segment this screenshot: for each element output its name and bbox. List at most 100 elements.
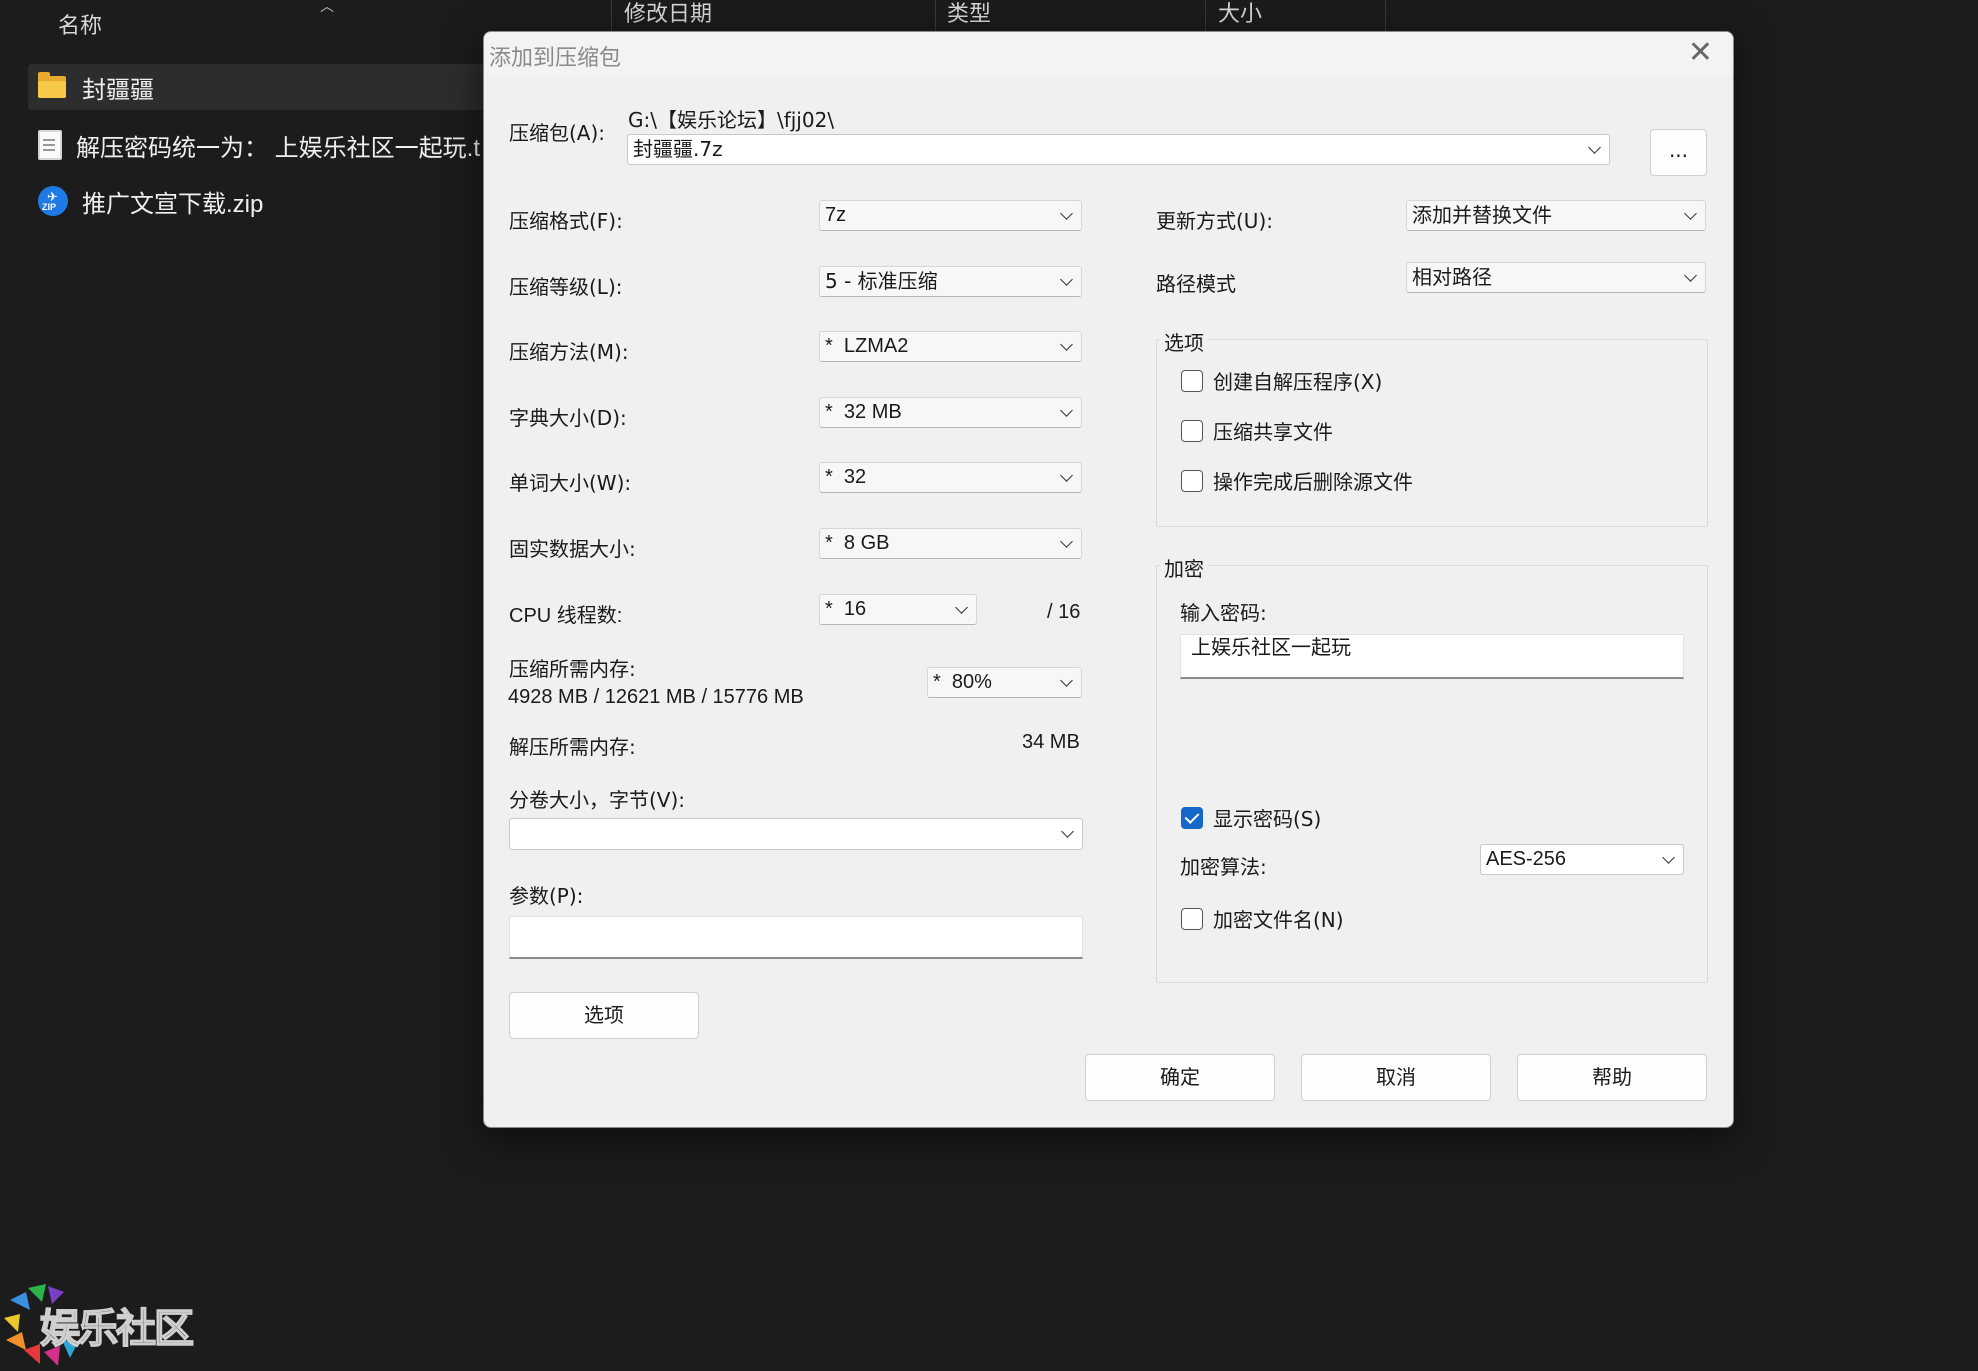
title-bar[interactable]: 添加到压缩包 ✕ (484, 32, 1733, 76)
cancel-button[interactable]: 取消 (1301, 1054, 1491, 1101)
parameters-input[interactable] (509, 916, 1083, 959)
chevron-down-icon[interactable] (1062, 267, 1071, 284)
sort-up-icon: ︿ (320, 0, 334, 14)
solid-size-value: * 8 GB (825, 532, 890, 554)
method-select[interactable]: * LZMA2 (819, 331, 1082, 362)
chevron-down-icon[interactable] (1062, 463, 1071, 480)
update-mode-label: 更新方式(U): (1156, 209, 1273, 233)
chevron-down-icon[interactable] (1686, 201, 1695, 218)
cpu-threads-select[interactable]: * 16 (819, 594, 977, 625)
column-header-name[interactable]: 名称 (58, 0, 102, 38)
options-group-title: 选项 (1160, 327, 1208, 356)
update-mode-select[interactable]: 添加并替换文件 (1406, 200, 1706, 231)
compress-shared-checkbox[interactable]: 压缩共享文件 (1181, 416, 1333, 445)
delete-source-checkbox[interactable]: 操作完成后删除源文件 (1181, 466, 1413, 495)
column-header-size[interactable]: 大小 (1218, 0, 1262, 26)
chevron-down-icon[interactable] (1062, 668, 1071, 685)
password-input[interactable]: 上娱乐社区一起玩 (1180, 634, 1684, 679)
checkbox-box[interactable] (1181, 469, 1203, 492)
archive-name-value: 封疆疆.7z (633, 137, 723, 161)
compress-memory-label: 压缩所需内存: (509, 657, 636, 681)
solid-size-label: 固实数据大小: (509, 537, 636, 561)
browse-button[interactable]: ... (1650, 129, 1707, 176)
cpu-threads-max: / 16 (1047, 601, 1081, 623)
decompress-memory-label: 解压所需内存: (509, 735, 636, 759)
cpu-threads-value: * 16 (825, 598, 867, 620)
path-mode-label: 路径模式 (1156, 272, 1236, 296)
close-icon[interactable]: ✕ (1688, 38, 1713, 68)
create-sfx-checkbox[interactable]: 创建自解压程序(X) (1181, 366, 1382, 395)
file-name: 解压密码统一为： 上娱乐社区一起玩.t (76, 134, 481, 162)
memory-percent-value: * 80% (933, 671, 992, 693)
column-divider (935, 0, 936, 34)
file-row[interactable]: ✈ ZIP 推广文宣下载.zip (28, 178, 498, 224)
chevron-down-icon[interactable] (1063, 819, 1072, 836)
split-size-combo[interactable] (509, 818, 1083, 850)
encrypt-names-checkbox[interactable]: 加密文件名(N) (1181, 904, 1344, 933)
add-to-archive-dialog: 添加到压缩包 ✕ 压缩包(A): G:\【娱乐论坛】\fjj02\ 封疆疆.7z… (483, 31, 1734, 1128)
file-row[interactable]: 解压密码统一为： 上娱乐社区一起玩.t (28, 122, 498, 168)
format-value: 7z (825, 204, 847, 226)
word-size-label: 单词大小(W): (509, 471, 632, 495)
encryption-method-select[interactable]: AES-256 (1480, 844, 1684, 875)
update-mode-value: 添加并替换文件 (1412, 203, 1552, 227)
chevron-down-icon[interactable] (1664, 845, 1673, 862)
chevron-down-icon[interactable] (1062, 332, 1071, 349)
column-header-modified[interactable]: 修改日期 (624, 0, 712, 26)
format-label: 压缩格式(F): (509, 209, 623, 233)
path-mode-value: 相对路径 (1412, 265, 1492, 289)
watermark-text: 娱乐社区 (39, 1305, 195, 1353)
column-divider (1385, 0, 1386, 34)
create-sfx-label: 创建自解压程序(X) (1213, 370, 1383, 394)
ok-button[interactable]: 确定 (1085, 1054, 1275, 1101)
chevron-down-icon[interactable] (1590, 135, 1599, 152)
help-button[interactable]: 帮助 (1517, 1054, 1707, 1101)
decompress-memory-value: 34 MB (1022, 731, 1080, 753)
checkbox-box[interactable] (1181, 369, 1203, 392)
folder-icon (38, 72, 68, 102)
column-divider (1205, 0, 1206, 34)
options-button[interactable]: 选项 (509, 992, 699, 1039)
chevron-down-icon[interactable] (1062, 529, 1071, 546)
split-size-label: 分卷大小，字节(V): (509, 788, 686, 812)
method-label: 压缩方法(M): (509, 340, 629, 364)
password-label: 输入密码: (1180, 601, 1267, 625)
checkbox-box[interactable] (1181, 419, 1203, 442)
dictionary-label: 字典大小(D): (509, 406, 627, 430)
show-password-checkbox[interactable]: 显示密码(S) (1181, 803, 1321, 832)
file-name: 推广文宣下载.zip (82, 190, 264, 218)
dictionary-select[interactable]: * 32 MB (819, 397, 1082, 428)
encryption-method-label: 加密算法: (1180, 855, 1267, 879)
cpu-threads-label: CPU 线程数: (509, 605, 623, 627)
chevron-down-icon[interactable] (1686, 263, 1695, 280)
archive-name-combo[interactable]: 封疆疆.7z (627, 134, 1610, 165)
file-name: 封疆疆 (82, 76, 154, 104)
format-select[interactable]: 7z (819, 200, 1082, 231)
column-header-type[interactable]: 类型 (947, 0, 991, 26)
word-size-value: * 32 (825, 466, 867, 488)
show-password-label: 显示密码(S) (1213, 807, 1322, 831)
level-value: 5 - 标准压缩 (825, 269, 938, 293)
chevron-down-icon[interactable] (1062, 201, 1071, 218)
memory-percent-select[interactable]: * 80% (927, 667, 1082, 698)
column-divider (611, 0, 612, 34)
watermark-logo: 娱乐社区 (0, 1260, 200, 1371)
checkbox-checked-icon[interactable] (1181, 806, 1203, 829)
delete-source-label: 操作完成后删除源文件 (1213, 470, 1413, 494)
method-value: * LZMA2 (825, 335, 909, 357)
level-select[interactable]: 5 - 标准压缩 (819, 266, 1082, 297)
chevron-down-icon[interactable] (957, 595, 966, 612)
encryption-method-value: AES-256 (1486, 848, 1567, 870)
solid-size-select[interactable]: * 8 GB (819, 528, 1082, 559)
parameters-label: 参数(P): (509, 884, 584, 908)
level-label: 压缩等级(L): (509, 275, 623, 299)
path-mode-select[interactable]: 相对路径 (1406, 262, 1706, 293)
chevron-down-icon[interactable] (1062, 398, 1071, 415)
encrypt-names-label: 加密文件名(N) (1213, 908, 1344, 932)
word-size-select[interactable]: * 32 (819, 462, 1082, 493)
dictionary-value: * 32 MB (825, 401, 902, 423)
text-file-icon (38, 130, 62, 160)
checkbox-box[interactable] (1181, 907, 1203, 930)
file-row[interactable]: 封疆疆 (28, 64, 498, 110)
compress-shared-label: 压缩共享文件 (1213, 420, 1333, 444)
